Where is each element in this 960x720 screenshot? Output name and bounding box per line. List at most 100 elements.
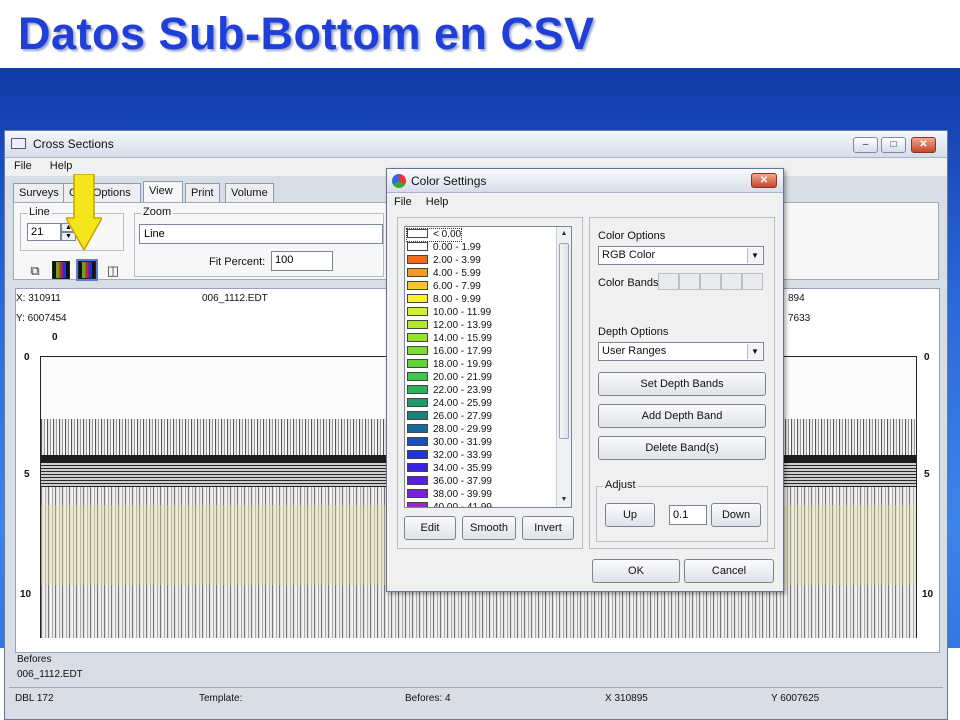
band-list-scrollbar[interactable]: ▲ ▼	[556, 227, 571, 507]
color-band-row[interactable]: 8.00 - 9.99	[407, 294, 481, 306]
color-band-row[interactable]: 24.00 - 25.99	[407, 398, 492, 410]
color-band-row[interactable]: 32.00 - 33.99	[407, 450, 492, 462]
color-band-row[interactable]: 12.00 - 13.99	[407, 320, 492, 332]
tab-surveys[interactable]: Surveys	[13, 183, 65, 202]
color-band-row[interactable]: 6.00 - 7.99	[407, 281, 481, 293]
set-depth-bands-button[interactable]: Set Depth Bands	[598, 372, 766, 396]
tab-print[interactable]: Print	[185, 183, 220, 202]
band-range-label: 6.00 - 7.99	[433, 281, 481, 292]
x-readout: X: 310911	[16, 293, 61, 304]
dialog-menu-file[interactable]: File	[387, 194, 416, 208]
color-settings-icon[interactable]	[52, 261, 70, 279]
dialog-menubar: File Help	[387, 194, 783, 211]
band-range-label: 24.00 - 25.99	[433, 398, 492, 409]
band-range-label: 8.00 - 9.99	[433, 294, 481, 305]
tab-view[interactable]: View	[143, 181, 183, 203]
band-color-swatch	[407, 268, 428, 277]
color-band-row[interactable]: 26.00 - 27.99	[407, 411, 492, 423]
befores-label: Befores	[17, 654, 52, 665]
color-band-row[interactable]: 20.00 - 21.99	[407, 372, 492, 384]
depth-tick-left-10: 10	[20, 589, 32, 600]
band-color-swatch	[407, 242, 428, 251]
add-depth-band-button[interactable]: Add Depth Band	[598, 404, 766, 428]
band-color-swatch	[407, 463, 428, 472]
down-button[interactable]: Down	[711, 503, 761, 527]
dialog-menu-help[interactable]: Help	[419, 194, 453, 208]
band-color-swatch	[407, 450, 428, 459]
dialog-close-button[interactable]: ✕	[751, 173, 777, 188]
adjust-group: Adjust Up 0.1 Down	[596, 479, 768, 542]
color-band-box[interactable]	[658, 273, 679, 290]
color-band-row[interactable]: 22.00 - 23.99	[407, 385, 492, 397]
line-input[interactable]: 21	[27, 223, 61, 241]
color-band-row[interactable]: 30.00 - 31.99	[407, 437, 492, 449]
minimize-button[interactable]: –	[853, 137, 878, 153]
color-band-row[interactable]: 40.00 - 41.99	[407, 502, 492, 507]
plot-file-name: 006_1112.EDT	[202, 293, 268, 304]
band-range-label: 4.00 - 5.99	[433, 268, 481, 279]
scroll-up-icon[interactable]: ▲	[557, 227, 571, 241]
color-wheel-icon	[392, 174, 406, 188]
color-settings-icon[interactable]	[76, 259, 98, 281]
band-panel: ▲ ▼ < 0.00 0.00 - 1.99 2.00 - 3.99 4.00 - 5…	[397, 217, 583, 549]
color-settings-dialog: Color Settings ✕ File Help ▲ ▼ < 0.00 0.0…	[386, 168, 784, 592]
ok-button[interactable]: OK	[592, 559, 680, 583]
color-band-box[interactable]	[679, 273, 700, 290]
color-band-list[interactable]: ▲ ▼ < 0.00 0.00 - 1.99 2.00 - 3.99 4.00 - 5…	[404, 226, 572, 508]
delete-bands-button[interactable]: Delete Band(s)	[598, 436, 766, 460]
smooth-button[interactable]: Smooth	[462, 516, 516, 540]
export-icon[interactable]: ◫	[104, 261, 122, 279]
depth-options-select[interactable]: User Ranges ▼	[598, 342, 764, 361]
band-range-label: 16.00 - 17.99	[433, 346, 492, 357]
depth-tick-left-5: 5	[24, 469, 30, 480]
band-color-swatch	[407, 320, 428, 329]
color-band-box[interactable]	[700, 273, 721, 290]
edit-button[interactable]: Edit	[404, 516, 456, 540]
color-band-row[interactable]: 2.00 - 3.99	[407, 255, 481, 267]
tab-volume[interactable]: Volume	[225, 183, 274, 202]
menu-help[interactable]: Help	[41, 158, 79, 172]
close-button[interactable]: ✕	[911, 137, 936, 153]
adjust-value-input[interactable]: 0.1	[669, 505, 707, 525]
cancel-button[interactable]: Cancel	[684, 559, 774, 583]
color-band-row[interactable]: 4.00 - 5.99	[407, 268, 481, 280]
chevron-down-icon[interactable]: ▼	[747, 344, 762, 359]
copy-icon[interactable]: ⧉	[26, 261, 44, 279]
window-titlebar[interactable]: Cross Sections – □ ✕	[5, 131, 947, 158]
status-befores: Befores: 4	[405, 693, 451, 704]
dialog-titlebar[interactable]: Color Settings ✕	[387, 169, 783, 193]
color-band-row[interactable]: 10.00 - 11.99	[407, 307, 491, 319]
color-band-row[interactable]: 18.00 - 19.99	[407, 359, 492, 371]
up-button[interactable]: Up	[605, 503, 655, 527]
adjust-label: Adjust	[603, 479, 638, 491]
invert-button[interactable]: Invert	[522, 516, 574, 540]
zoom-select[interactable]: Line	[139, 224, 383, 244]
scroll-down-icon[interactable]: ▼	[557, 493, 571, 507]
color-band-row[interactable]: 14.00 - 15.99	[407, 333, 492, 345]
color-options-select[interactable]: RGB Color ▼	[598, 246, 764, 265]
maximize-button[interactable]: □	[881, 137, 906, 153]
color-band-box[interactable]	[721, 273, 742, 290]
band-color-swatch	[407, 255, 428, 264]
color-band-row[interactable]: 28.00 - 29.99	[407, 424, 492, 436]
color-band-row[interactable]: 16.00 - 17.99	[407, 346, 492, 358]
color-band-row[interactable]: 0.00 - 1.99	[407, 242, 481, 254]
right-x-readout: 894	[788, 293, 805, 304]
color-band-row[interactable]: 38.00 - 39.99	[407, 489, 492, 501]
chevron-down-icon[interactable]: ▼	[747, 248, 762, 263]
color-band-row[interactable]: < 0.00	[405, 228, 463, 242]
fit-percent-input[interactable]: 100	[271, 251, 333, 271]
scroll-thumb[interactable]	[559, 243, 569, 439]
color-bands-label: Color Bands	[598, 277, 659, 289]
line-group-label: Line	[27, 206, 52, 218]
band-color-swatch	[407, 229, 428, 238]
band-range-label: 34.00 - 35.99	[433, 463, 492, 474]
band-range-label: < 0.00	[433, 229, 462, 240]
band-color-swatch	[407, 489, 428, 498]
color-band-box[interactable]	[742, 273, 763, 290]
color-band-row[interactable]: 36.00 - 37.99	[407, 476, 492, 488]
zoom-group: Zoom Line Fit Percent: 100	[134, 206, 384, 277]
menu-file[interactable]: File	[5, 158, 38, 172]
color-band-row[interactable]: 34.00 - 35.99	[407, 463, 492, 475]
zoom-group-label: Zoom	[141, 206, 174, 218]
